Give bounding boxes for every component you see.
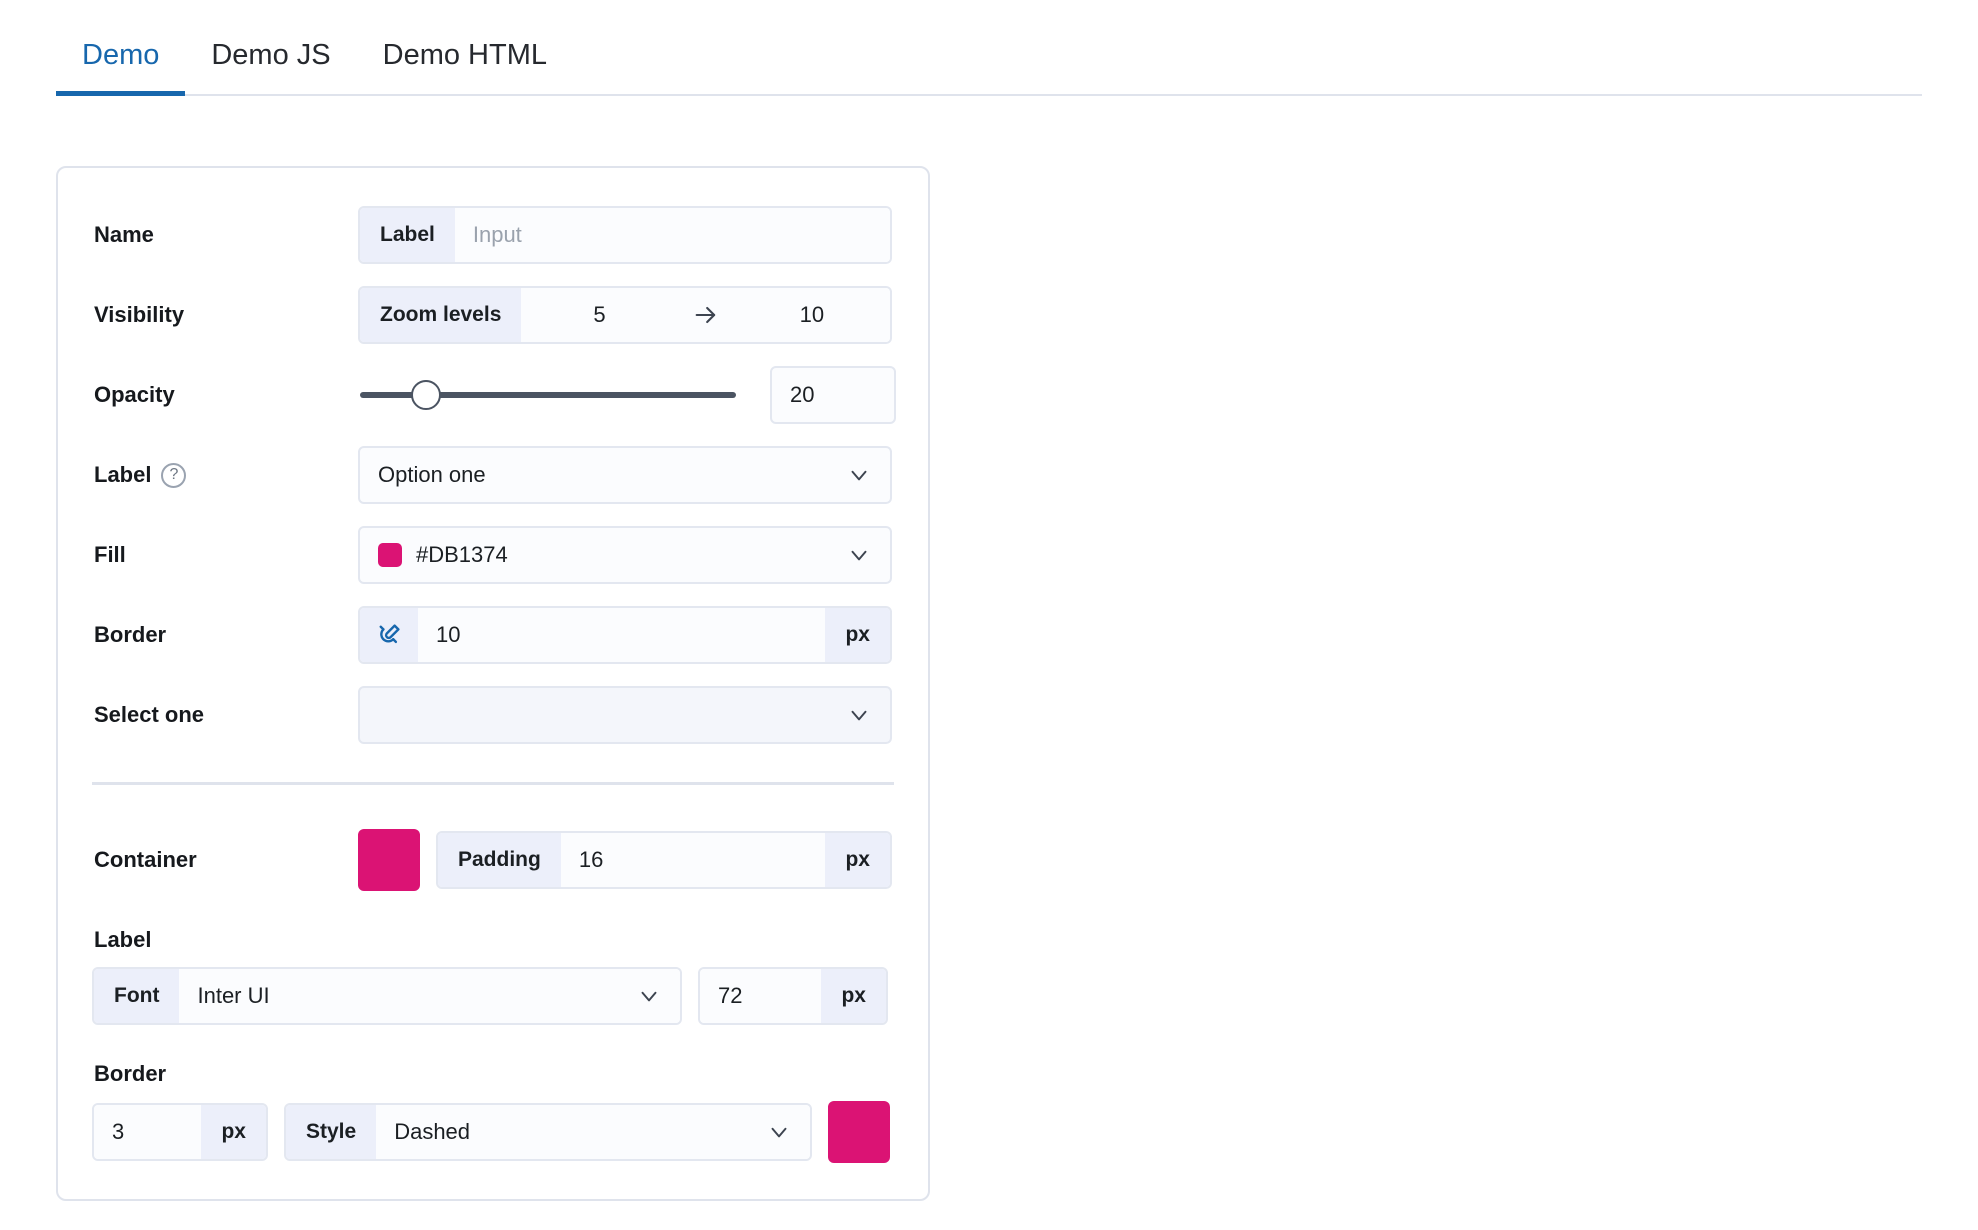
chevron-down-icon (766, 1119, 792, 1145)
tab-demo-js[interactable]: Demo JS (185, 41, 356, 94)
chevron-down-icon (846, 462, 872, 488)
border-group-width-field: px (92, 1103, 268, 1161)
opacity-slider[interactable] (358, 366, 738, 424)
control-opacity (358, 366, 896, 424)
zoom-from-value[interactable]: 5 (521, 288, 678, 342)
font-size-input[interactable] (700, 969, 822, 1023)
label-select-value: Option one (378, 462, 486, 487)
style-segment-label: Style (286, 1105, 377, 1159)
font-segment-label: Font (94, 969, 180, 1023)
group-border-style: Border px Style Dashed (92, 1061, 894, 1163)
zoom-levels-field: Zoom levels 5 10 (358, 286, 892, 344)
label-label-select: Label ? (92, 462, 358, 488)
border-style-select[interactable]: Dashed (376, 1105, 810, 1159)
control-select-one (358, 686, 894, 744)
select-one-dropdown[interactable] (358, 686, 892, 744)
label-fill: Fill (94, 542, 126, 567)
tab-bar: Demo Demo JS Demo HTML (56, 0, 1922, 96)
magnet-icon[interactable] (360, 608, 418, 662)
border-group-width-unit: px (201, 1105, 266, 1159)
control-label-select: Option one (358, 446, 894, 504)
label-opacity: Opacity (94, 382, 175, 407)
border-style-field: Style Dashed (284, 1103, 812, 1161)
zoom-to-value[interactable]: 10 (733, 288, 890, 342)
row-visibility: Visibility Zoom levels 5 10 (92, 286, 894, 344)
chevron-down-icon (636, 983, 662, 1009)
chevron-down-icon (846, 702, 872, 728)
label-select-one: Select one (94, 702, 205, 727)
label-select[interactable]: Option one (358, 446, 892, 504)
control-border: px (358, 606, 894, 664)
font-size-field: px (698, 967, 888, 1025)
arrow-right-icon (677, 288, 734, 342)
border-width-unit: px (825, 608, 890, 662)
zoom-levels-segment-label: Zoom levels (360, 288, 522, 342)
row-container: Container Padding px (92, 829, 894, 891)
help-icon[interactable]: ? (161, 462, 187, 488)
row-name: Name Label (92, 206, 894, 264)
name-input[interactable] (454, 208, 890, 262)
row-fill: Fill #DB1374 (92, 526, 894, 584)
border-group-heading: Border (94, 1061, 167, 1086)
control-container: Padding px (358, 829, 894, 891)
font-field: Font Inter UI (92, 967, 682, 1025)
slider-thumb[interactable] (411, 380, 442, 410)
row-label-select: Label ? Option one (92, 446, 894, 504)
row-border: Border px (92, 606, 894, 664)
border-color-swatch[interactable] (828, 1101, 890, 1163)
control-visibility: Zoom levels 5 10 (358, 286, 894, 344)
border-width-field: px (358, 606, 892, 664)
label-group-heading: Label (94, 927, 152, 952)
fill-color-value: #DB1374 (416, 542, 508, 567)
padding-unit: px (825, 833, 890, 887)
control-name: Label (358, 206, 894, 264)
demo-form-card: Name Label Visibility Zoom levels 5 10 O… (56, 166, 930, 1201)
font-select-value: Inter UI (197, 983, 270, 1008)
name-segment-label: Label (360, 208, 455, 262)
row-select-one: Select one (92, 686, 894, 744)
tab-demo-html[interactable]: Demo HTML (357, 41, 573, 94)
row-opacity: Opacity (92, 366, 896, 424)
control-fill: #DB1374 (358, 526, 894, 584)
padding-input[interactable] (560, 833, 826, 887)
group-label-font: Label Font Inter UI px (92, 927, 894, 1025)
font-select[interactable]: Inter UI (179, 969, 680, 1023)
padding-segment-label: Padding (438, 833, 561, 887)
container-color-swatch[interactable] (358, 829, 420, 891)
container-padding-field: Padding px (436, 831, 892, 889)
name-field: Label (358, 206, 892, 264)
fill-color-swatch (378, 543, 402, 567)
label-border: Border (94, 622, 167, 647)
label-label-select-text: Label (94, 462, 152, 487)
fill-color-select[interactable]: #DB1374 (358, 526, 892, 584)
label-name: Name (94, 222, 154, 247)
label-visibility: Visibility (94, 302, 185, 327)
border-group-width-input[interactable] (94, 1105, 202, 1159)
border-group-row: px Style Dashed (92, 1101, 894, 1163)
label-group-row: Font Inter UI px (92, 967, 894, 1025)
chevron-down-icon (846, 542, 872, 568)
opacity-value-input[interactable] (770, 366, 896, 424)
font-size-unit: px (821, 969, 886, 1023)
tab-demo[interactable]: Demo (56, 41, 186, 96)
section-divider (92, 782, 894, 785)
label-container: Container (94, 847, 197, 872)
border-width-input[interactable] (418, 608, 826, 662)
border-style-value: Dashed (394, 1119, 471, 1144)
